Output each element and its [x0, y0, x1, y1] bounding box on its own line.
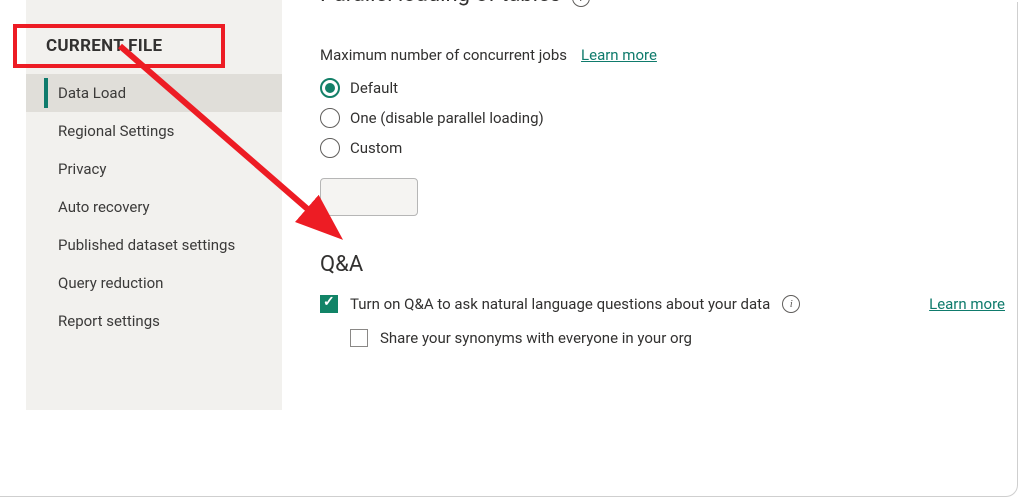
qa-share-synonyms-label: Share your synonyms with everyone in you…: [380, 329, 692, 347]
custom-concurrent-input[interactable]: [320, 178, 418, 216]
sidebar-item-data-load[interactable]: Data Load: [26, 74, 282, 112]
radio-circle-icon: [320, 78, 340, 98]
qa-section-title: Q&A: [320, 252, 1005, 277]
qa-enable-label: Turn on Q&A to ask natural language ques…: [350, 295, 770, 313]
radio-circle-icon: [320, 138, 340, 158]
radio-custom[interactable]: Custom: [320, 138, 657, 158]
qa-share-synonyms-checkbox[interactable]: [350, 329, 368, 347]
concurrent-learn-more-link[interactable]: Learn more: [581, 46, 657, 64]
main-panel: Parallel loading of tables i Maximum num…: [320, 0, 1017, 496]
concurrent-radio-group: Default One (disable parallel loading) C…: [320, 78, 657, 216]
qa-enable-checkbox[interactable]: [320, 295, 338, 313]
info-icon[interactable]: i: [572, 0, 590, 7]
sidebar-item-query-reduction[interactable]: Query reduction: [26, 264, 282, 302]
info-icon[interactable]: i: [782, 295, 800, 313]
sidebar-header-text: CURRENT FILE: [46, 36, 162, 56]
sidebar-section-header: CURRENT FILE: [26, 26, 282, 66]
sidebar-item-auto-recovery[interactable]: Auto recovery: [26, 188, 282, 226]
sidebar-item-privacy[interactable]: Privacy: [26, 150, 282, 188]
section-title-parallel-loading: Parallel loading of tables i: [320, 0, 590, 7]
sidebar-item-regional-settings[interactable]: Regional Settings: [26, 112, 282, 150]
radio-circle-icon: [320, 108, 340, 128]
radio-default[interactable]: Default: [320, 78, 657, 98]
radio-one-disable-parallel[interactable]: One (disable parallel loading): [320, 108, 657, 128]
qa-learn-more-link[interactable]: Learn more: [929, 295, 1005, 313]
sidebar-item-report-settings[interactable]: Report settings: [26, 302, 282, 340]
sidebar-item-published-dataset-settings[interactable]: Published dataset settings: [26, 226, 282, 264]
concurrent-jobs-label: Maximum number of concurrent jobs: [320, 46, 567, 64]
sidebar: CURRENT FILE Data Load Regional Settings…: [26, 0, 282, 410]
